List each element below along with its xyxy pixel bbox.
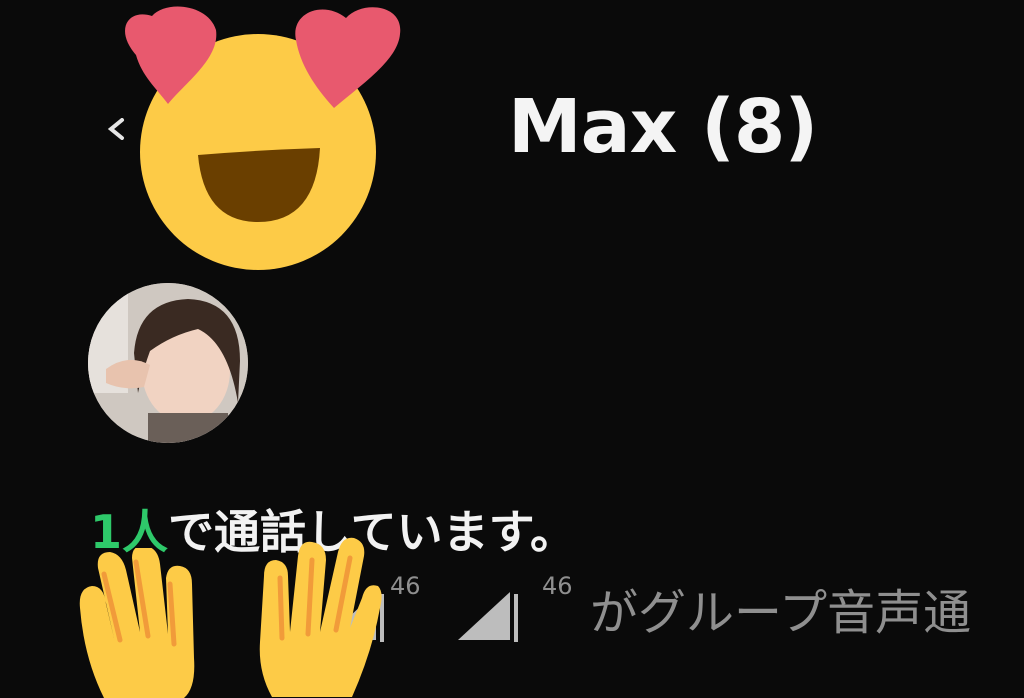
signal-label-2: 46: [542, 572, 573, 600]
user-avatar-icon: [88, 283, 248, 443]
raising-hand-right-emoji-icon: [259, 537, 382, 697]
signal-label-1: 46: [390, 572, 421, 600]
participant-avatar[interactable]: [88, 283, 248, 443]
chat-title: Max (8): [508, 84, 818, 170]
heart-eyes-emoji-icon: [125, 6, 401, 270]
raising-hand-left-emoji-icon: [79, 548, 195, 698]
group-call-notice: がグループ音声通: [590, 585, 972, 641]
signal-strength-icon: [458, 592, 518, 642]
